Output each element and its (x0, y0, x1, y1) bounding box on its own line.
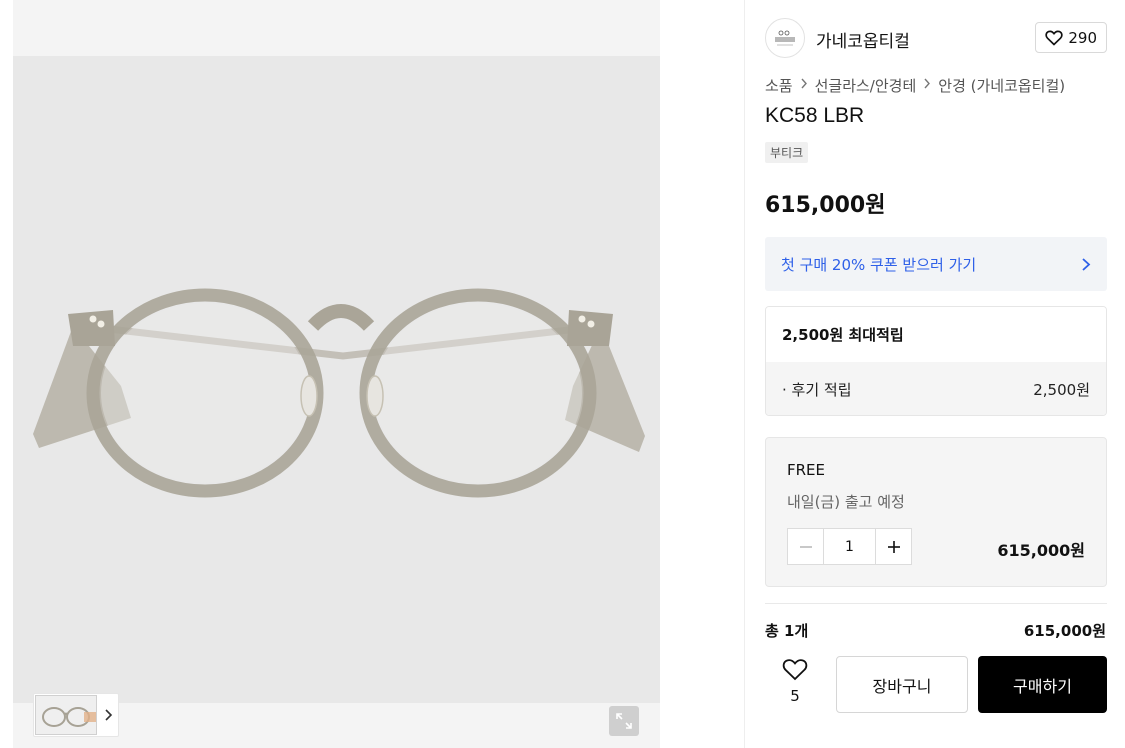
plus-icon (887, 540, 900, 553)
chevron-right-icon[interactable] (98, 695, 118, 735)
points-row: · 후기 적립 2,500원 (766, 362, 1106, 415)
product-info-panel: 가네코옵티컬 290 소품 선글라스/안경테 안경 (가네코옵티컬) KC58 … (744, 0, 1125, 748)
eyeglasses-image (33, 288, 645, 498)
option-price: 615,000원 (997, 541, 1085, 560)
eyeglasses-thumb-icon (42, 707, 96, 727)
points-box: 2,500원 최대적립 · 후기 적립 2,500원 (765, 306, 1107, 416)
heart-outline-icon (1045, 30, 1064, 46)
increase-quantity-button[interactable] (876, 529, 911, 564)
coupon-banner[interactable]: 첫 구매 20% 쿠폰 받으러 가기 (765, 237, 1107, 291)
selected-option-box: FREE 내일(금) 출고 예정 1 615,000원 (765, 437, 1107, 587)
heart-outline-icon (782, 659, 808, 681)
option-name: FREE (787, 461, 826, 479)
breadcrumb-item[interactable]: 소품 (765, 75, 793, 96)
points-row-label: · 후기 적립 (782, 380, 852, 399)
product-gallery (13, 0, 660, 748)
gallery-top-strip (13, 0, 660, 56)
brand-row: 가네코옵티컬 290 (765, 18, 1107, 58)
coupon-text: 첫 구매 20% 쿠폰 받으러 가기 (781, 255, 977, 274)
total-price: 615,000원 (1023, 622, 1106, 640)
total-label: 총 1개 (765, 622, 809, 640)
decrease-quantity-button[interactable] (788, 529, 823, 564)
expand-button[interactable] (609, 706, 639, 736)
breadcrumb: 소품 선글라스/안경테 안경 (가네코옵티컬) (765, 75, 1065, 96)
brand-logo[interactable] (765, 18, 805, 58)
product-image[interactable] (13, 56, 660, 703)
minus-icon (799, 545, 812, 548)
points-headline: 2,500원 최대적립 (766, 307, 1106, 362)
brand-like-count: 290 (1068, 28, 1097, 47)
divider (765, 603, 1107, 604)
expand-icon (616, 713, 632, 729)
brand-like-button[interactable]: 290 (1035, 22, 1107, 53)
points-row-value: 2,500원 (1033, 380, 1090, 399)
thumbnail-strip (33, 693, 119, 737)
wishlist-button[interactable]: 5 (775, 658, 815, 712)
buy-now-button[interactable]: 구매하기 (978, 656, 1107, 713)
breadcrumb-item[interactable]: 선글라스/안경테 (815, 75, 917, 96)
brand-logo-mark (775, 30, 795, 46)
brand-name[interactable]: 가네코옵티컬 (816, 27, 910, 52)
quantity-value[interactable]: 1 (823, 529, 876, 564)
thumbnail-item[interactable] (35, 695, 97, 735)
chevron-right-icon (800, 78, 808, 93)
breadcrumb-item[interactable]: 안경 (가네코옵티컬) (938, 75, 1065, 96)
add-to-cart-button[interactable]: 장바구니 (836, 656, 968, 713)
option-shipping: 내일(금) 출고 예정 (787, 493, 905, 511)
product-price: 615,000원 (765, 193, 886, 218)
product-title: KC58 LBR (765, 104, 865, 127)
wishlist-count: 5 (790, 687, 800, 705)
product-tag: 부티크 (765, 142, 809, 163)
quantity-stepper: 1 (787, 528, 912, 565)
chevron-right-icon (1082, 257, 1091, 271)
chevron-right-icon (923, 78, 931, 93)
